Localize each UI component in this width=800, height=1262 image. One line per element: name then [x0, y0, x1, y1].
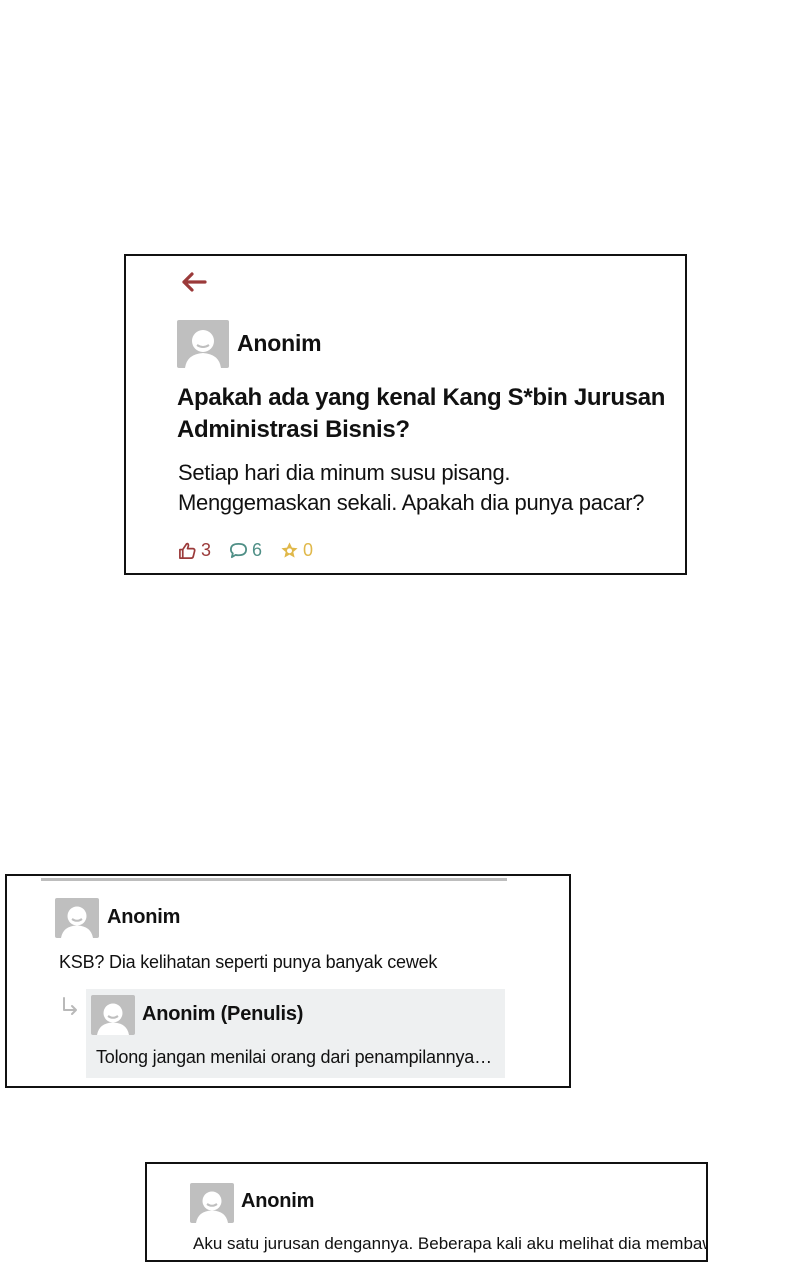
user-silhouette-icon — [185, 330, 221, 368]
post-card: Anonim Apakah ada yang kenal Kang S*bin … — [124, 254, 687, 575]
avatar — [177, 320, 229, 368]
post-body-line-2: Menggemaskan sekali. Apakah dia punya pa… — [178, 490, 645, 515]
comment-author: Anonim — [241, 1190, 315, 1212]
reply-arrow-icon — [61, 996, 81, 1018]
like-button[interactable]: 3 — [178, 540, 211, 561]
post-stats: 3 6 0 — [178, 540, 313, 561]
avatar — [190, 1183, 234, 1223]
post-body: Setiap hari dia minum susu pisang. Mengg… — [178, 458, 645, 518]
post-author: Anonim — [237, 330, 322, 356]
divider — [41, 878, 507, 881]
post-title-line-1: Apakah ada yang kenal Kang S*bin Jurusan — [177, 384, 666, 411]
user-silhouette-icon — [61, 906, 93, 938]
comment-card: Anonim KSB? Dia kelihatan seperti punya … — [5, 874, 571, 1088]
speech-bubble-icon — [230, 542, 248, 559]
user-silhouette-icon — [97, 1003, 129, 1035]
arrow-left-icon — [182, 272, 207, 292]
comment-text: Aku satu jurusan dengannya. Beberapa kal… — [193, 1234, 708, 1253]
comment-card-2: Anonim Aku satu jurusan dengannya. Beber… — [145, 1162, 708, 1262]
comment-author: Anonim — [107, 906, 181, 928]
reply-text: Tolong jangan menilai orang dari penampi… — [96, 1047, 492, 1067]
thumbs-up-icon — [179, 542, 196, 559]
post-title: Apakah ada yang kenal Kang S*bin Jurusan… — [177, 382, 665, 446]
scrap-count: 0 — [303, 540, 314, 560]
comment-text: KSB? Dia kelihatan seperti punya banyak … — [59, 952, 438, 972]
scrap-button[interactable]: 0 — [280, 540, 313, 561]
like-count: 3 — [201, 540, 212, 560]
comment-count-button[interactable]: 6 — [229, 540, 262, 561]
star-icon — [281, 542, 298, 558]
user-silhouette-icon — [196, 1191, 228, 1223]
avatar — [91, 995, 135, 1035]
reply-item: Anonim (Penulis) Tolong jangan menilai o… — [86, 989, 505, 1078]
back-button[interactable] — [178, 270, 208, 294]
post-title-line-2: Administrasi Bisnis? — [177, 416, 410, 443]
reply-author: Anonim (Penulis) — [142, 1003, 304, 1025]
avatar — [55, 898, 99, 938]
comment-count: 6 — [252, 540, 263, 560]
post-body-line-1: Setiap hari dia minum susu pisang. — [178, 460, 511, 485]
